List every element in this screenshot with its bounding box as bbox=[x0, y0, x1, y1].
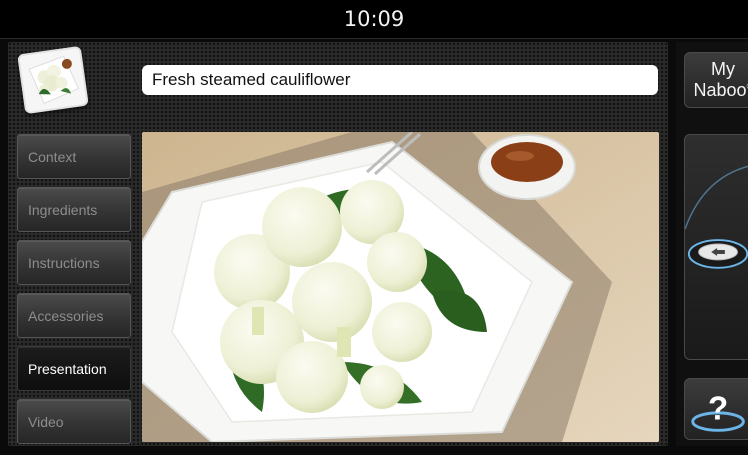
my-naboo-button[interactable]: My Naboo® bbox=[684, 52, 748, 108]
menu-item-label: Ingredients bbox=[28, 201, 98, 218]
clock: 10:09 bbox=[343, 7, 405, 31]
recipe-thumbnail bbox=[17, 45, 89, 115]
menu-item-label: Context bbox=[28, 148, 77, 165]
menu-item-context[interactable]: Context bbox=[17, 134, 131, 179]
menu-item-video[interactable]: Video bbox=[17, 399, 131, 444]
help-question-mark: ? bbox=[708, 390, 728, 427]
menu-item-label: Accessories bbox=[28, 307, 104, 324]
side-panel: My Naboo® ? bbox=[676, 42, 748, 446]
status-bar: 10:09 bbox=[0, 0, 748, 39]
brand-line2: Naboo bbox=[693, 80, 747, 100]
help-button[interactable]: ? bbox=[684, 378, 748, 440]
recipe-title-field: Fresh steamed cauliflower bbox=[142, 65, 658, 95]
menu-item-label: Instructions bbox=[28, 254, 100, 271]
menu-item-label: Presentation bbox=[28, 360, 107, 377]
recipe-title: Fresh steamed cauliflower bbox=[152, 70, 351, 89]
presentation-photo bbox=[142, 132, 659, 442]
back-arrow-icon[interactable] bbox=[689, 239, 748, 271]
menu-item-ingredients[interactable]: Ingredients bbox=[17, 187, 131, 232]
menu-item-instructions[interactable]: Instructions bbox=[17, 240, 131, 285]
recipe-panel: Fresh steamed cauliflower Context Ingred… bbox=[8, 42, 668, 446]
menu-item-accessories[interactable]: Accessories bbox=[17, 293, 131, 338]
navigation-panel bbox=[684, 134, 748, 360]
brand-line1: My bbox=[711, 59, 735, 79]
menu-item-presentation[interactable]: Presentation bbox=[17, 346, 131, 391]
menu-item-label: Video bbox=[28, 413, 64, 430]
